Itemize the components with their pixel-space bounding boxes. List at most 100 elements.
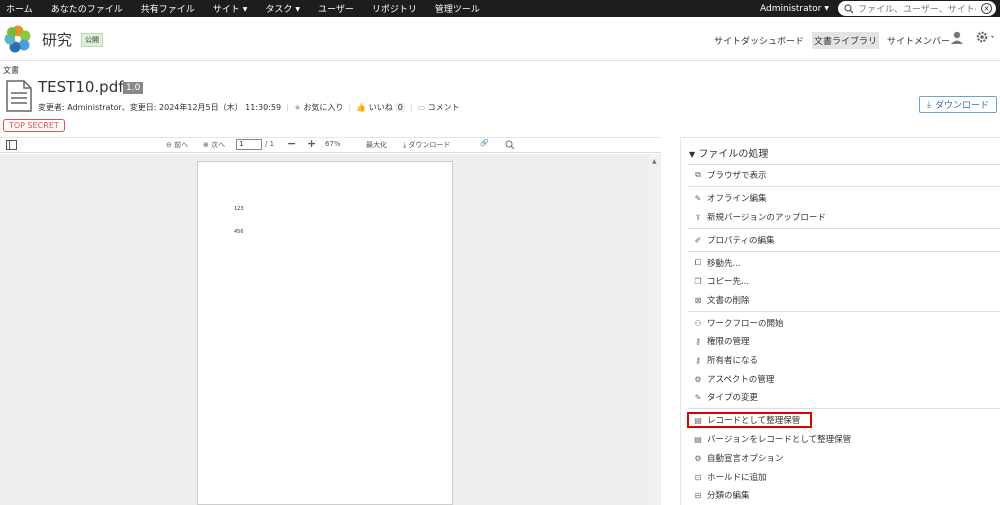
page-total: / 1 [265, 140, 275, 148]
page-number-input[interactable]: 1 [236, 139, 262, 150]
alfresco-logo[interactable] [3, 24, 33, 54]
action-delete-document[interactable]: ⊠ 文書の削除 [693, 294, 750, 307]
delete-icon: ⊠ [694, 295, 702, 305]
arrow-up-circle-icon: ⊖ [166, 141, 172, 149]
action-label: 権限の管理 [707, 337, 750, 347]
gear-icon: ⚙ [694, 453, 702, 463]
nav-my-files[interactable]: あなたのファイル [51, 2, 123, 15]
sidebar-toggle-icon[interactable] [6, 140, 17, 150]
zoom-level[interactable]: 67% [325, 140, 341, 148]
nav-repository[interactable]: リポジトリ [372, 2, 417, 15]
action-edit-properties[interactable]: ✐ プロパティの編集 [693, 234, 775, 247]
divider [688, 408, 1000, 409]
action-label: 移動先... [707, 259, 741, 269]
like-label: いいね [368, 103, 393, 112]
pdf-text-line: 123 [234, 206, 244, 212]
action-label: 新規バージョンのアップロード [707, 213, 826, 223]
download-label: ダウンロード [934, 101, 989, 111]
action-view-in-browser[interactable]: ⧉ ブラウザで表示 [693, 169, 766, 181]
maximize-button[interactable]: 最大化 [366, 140, 387, 150]
viewer-scrollbar[interactable]: ▲ [649, 154, 661, 505]
scroll-up-icon[interactable]: ▲ [652, 158, 657, 165]
search-icon[interactable] [505, 140, 515, 150]
move-icon: ⧠ [694, 258, 702, 267]
user-menu[interactable]: Administrator ▼ [760, 0, 829, 17]
next-label: 次へ [211, 141, 226, 149]
panel-title[interactable]: ▼ ファイルの処理 [689, 145, 768, 160]
nav-sites[interactable]: サイト ▼ [213, 2, 248, 15]
zoom-in-button[interactable]: + [307, 137, 316, 150]
aspects-icon: ⚙ [694, 374, 702, 384]
favorite-label: お気に入り [303, 103, 344, 112]
document-icon [6, 80, 32, 112]
breadcrumb[interactable]: 文書 [3, 65, 19, 76]
nav-shared-files[interactable]: 共有ファイル [141, 2, 195, 15]
action-edit-offline[interactable]: ✎ オフライン編集 [693, 192, 767, 205]
viewer-download-button[interactable]: ⤓ ダウンロード [403, 140, 450, 150]
comment-action[interactable]: ▭ コメント [418, 102, 460, 113]
site-title[interactable]: 研究 [42, 29, 72, 50]
previous-page-button[interactable]: ⊖ 前へ [166, 140, 188, 150]
action-label: ホールドに追加 [707, 473, 767, 483]
download-icon: ⤓ [403, 141, 407, 149]
action-change-type[interactable]: ✎ タイプの変更 [693, 391, 758, 404]
action-edit-classification[interactable]: ⊟ 分類の編集 [693, 489, 750, 502]
action-move-to[interactable]: ⧠ 移動先... [693, 257, 741, 269]
star-icon: ★ [293, 103, 301, 112]
search-input[interactable]: ファイル、ユーザー、サイトの [858, 2, 976, 15]
action-declare-version-record[interactable]: ▤ バージョンをレコードとして整理保管 [693, 433, 852, 446]
key-icon: ⚷ [695, 336, 701, 346]
divider [688, 311, 1000, 312]
download-button[interactable]: ⤓ ダウンロード [919, 96, 997, 113]
nav-tasks[interactable]: タスク ▼ [265, 2, 300, 15]
link-icon[interactable]: 🔗 [480, 139, 489, 147]
nav-people[interactable]: ユーザー [318, 2, 354, 15]
highlight-box [687, 412, 812, 428]
action-manage-aspects[interactable]: ⚙ アスペクトの管理 [693, 373, 774, 386]
action-label: 分類の編集 [707, 491, 750, 501]
top-nav-menu: ホーム あなたのファイル 共有ファイル サイト ▼ タスク ▼ ユーザー リポジトリ… [0, 0, 492, 17]
divider [688, 186, 1000, 187]
gear-icon[interactable] [976, 31, 996, 43]
action-take-ownership[interactable]: ⚷ 所有者になる [693, 354, 758, 367]
action-start-workflow[interactable]: ⚇ ワークフローの開始 [693, 317, 783, 330]
pdf-page [197, 161, 453, 505]
pencil-icon: ✎ [694, 392, 702, 402]
workflow-icon: ⚇ [694, 318, 702, 328]
action-manage-permissions[interactable]: ⚷ 権限の管理 [693, 335, 750, 348]
like-count: 0 [395, 103, 405, 112]
prev-label: 前へ [174, 141, 189, 149]
separator: | [409, 103, 413, 112]
action-upload-new-version[interactable]: ⇪ 新規バージョンのアップロード [693, 211, 826, 224]
next-page-button[interactable]: ⊕ 次へ [203, 140, 225, 150]
comment-icon: ▭ [417, 103, 426, 112]
action-copy-to[interactable]: ❐ コピー先... [693, 275, 749, 288]
search-box[interactable]: ファイル、ユーザー、サイトの ✕ [838, 1, 996, 16]
user-name: Administrator [760, 3, 822, 14]
download-icon: ⤓ [927, 99, 931, 110]
site-dashboard-link[interactable]: サイトダッシュボード [714, 34, 804, 47]
pdf-text-line: 456 [234, 229, 244, 235]
clear-search-icon[interactable]: ✕ [981, 3, 992, 14]
document-library-link[interactable]: 文書ライブラリ [812, 32, 880, 49]
visibility-badge: 公開 [81, 33, 103, 47]
chevron-down-icon: ▼ [824, 5, 829, 12]
search-icon [844, 3, 854, 13]
favorite-action[interactable]: ★ お気に入り [294, 102, 344, 113]
action-label: バージョンをレコードとして整理保管 [707, 435, 852, 445]
chevron-down-icon: ▼ [242, 6, 248, 13]
zoom-out-button[interactable]: − [287, 137, 296, 150]
divider [688, 251, 1000, 252]
action-auto-declare-options[interactable]: ⚙ 自動宣言オプション [693, 452, 784, 465]
key-icon: ⚷ [695, 355, 701, 365]
document-meta: 変更者: Administrator、変更日: 2024年12月5日（木） 11… [38, 102, 460, 113]
site-members-link[interactable]: サイトメンバー [887, 34, 950, 47]
upload-icon: ⇪ [694, 212, 702, 222]
action-add-to-hold[interactable]: ⊡ ホールドに追加 [693, 471, 767, 484]
action-label: 自動宣言オプション [707, 454, 784, 464]
nav-home[interactable]: ホーム [6, 2, 33, 15]
person-icon[interactable] [950, 30, 964, 44]
nav-admin-tools[interactable]: 管理ツール [435, 2, 480, 15]
site-header: 研究 公開 サイトダッシュボード 文書ライブラリ サイトメンバー [0, 17, 1000, 61]
like-action[interactable]: 👍 いいね 0 [356, 102, 405, 113]
